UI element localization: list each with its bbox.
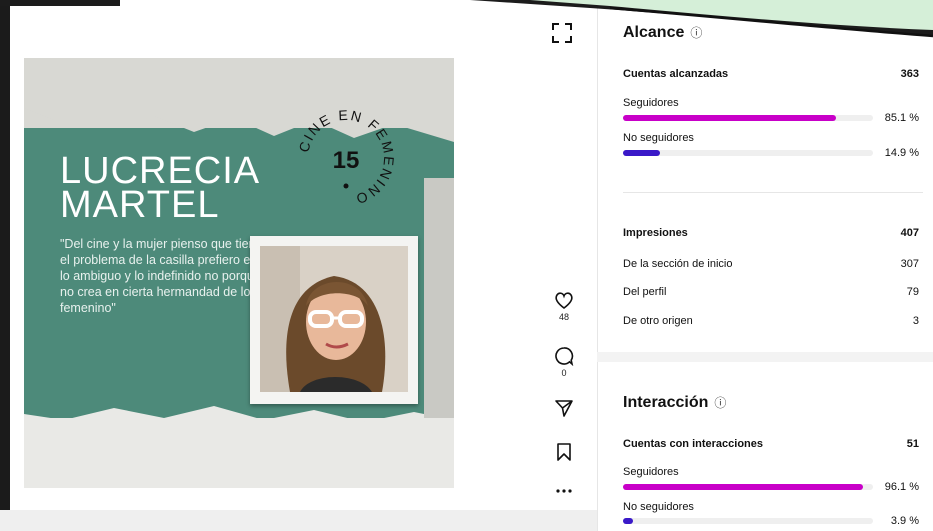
reach-accounts-label: Cuentas alcanzadas [623,68,729,80]
section-gap [597,352,933,362]
send-icon[interactable] [554,398,574,418]
post-image[interactable]: LUCRECIA MARTEL "Del cine y la mujer pie… [24,58,454,488]
interaction-accounts-label: Cuentas con interacciones [623,438,763,450]
interaction-followers-fill [623,484,864,490]
interaction-nonfollowers-pct: 3.9 % [890,515,919,527]
likes-count: 48 [558,312,569,322]
impressions-other-row: De otro origen 3 [623,315,919,327]
window-edge [0,0,10,531]
interaction-title: Interacción [623,394,709,411]
impressions-profile-row: Del perfil 79 [623,286,919,298]
interaction-followers-label: Seguidores [623,466,679,478]
comment-area-edge [0,510,600,531]
reach-followers-label: Seguidores [623,97,679,109]
interaction-accounts-value: 51 [906,438,919,450]
impressions-home-row: De la sección de inicio 307 [623,258,919,270]
share-action[interactable] [546,398,582,418]
post-area: LUCRECIA MARTEL "Del cine y la mujer pie… [0,0,600,531]
comment-action[interactable]: 0 [546,346,582,378]
divider [623,192,923,193]
info-icon[interactable]: ⓘ [714,396,726,410]
action-column: 48 0 [546,0,582,531]
interaction-heading: Interacción ⓘ [623,394,726,412]
impressions-label: Impresiones [623,227,688,239]
poster-quote: "Del cine y la mujer pienso que tiene el… [60,237,263,315]
reach-nonfollowers-label: No seguidores [623,132,694,144]
impressions-profile-label: Del perfil [623,286,667,298]
impressions-other-value: 3 [912,315,919,327]
more-options[interactable] [546,488,582,494]
heart-icon[interactable] [554,292,574,310]
more-icon[interactable] [554,488,574,494]
impressions-row: Impresiones 407 [623,227,919,239]
newspaper-strip [424,178,454,418]
decorative-top-shape [470,0,933,38]
impressions-home-label: De la sección de inicio [623,258,733,270]
reach-followers-pct: 85.1 % [884,112,919,124]
save-action[interactable] [546,442,582,462]
interaction-followers-pct: 96.1 % [884,481,919,493]
interaction-accounts-row: Cuentas con interacciones 51 [623,438,919,450]
comments-count: 0 [561,368,567,378]
reach-accounts-row: Cuentas alcanzadas 363 [623,68,919,80]
portrait-photo [260,246,408,392]
reach-accounts-value: 363 [900,68,919,80]
reach-nonfollowers-bar [623,150,873,156]
interaction-nonfollowers-bar [623,518,873,524]
impressions-home-value: 307 [900,258,919,270]
portrait-frame [250,236,418,404]
interaction-nonfollowers-fill [623,518,633,524]
decorative-top-left [0,0,120,6]
cine-en-femenino-badge: CINE EN FEMENINO 15 [295,107,395,208]
like-action[interactable]: 48 [546,292,582,322]
reach-followers-bar [623,115,873,121]
impressions-profile-value: 79 [906,286,919,298]
comment-icon[interactable] [554,346,574,366]
interaction-followers-bar [623,484,873,490]
interaction-nonfollowers-label: No seguidores [623,501,694,513]
poster-title: LUCRECIA MARTEL [60,150,261,226]
impressions-other-label: De otro origen [623,315,693,327]
bookmark-icon[interactable] [556,442,572,462]
reach-nonfollowers-fill [623,150,661,156]
insights-panel: Alcance ⓘ Cuentas alcanzadas 363 Seguidor… [597,0,933,531]
impressions-value: 407 [900,227,919,239]
badge-number: 15 [333,147,360,174]
reach-nonfollowers-pct: 14.9 % [884,147,919,159]
reach-followers-fill [623,115,836,121]
